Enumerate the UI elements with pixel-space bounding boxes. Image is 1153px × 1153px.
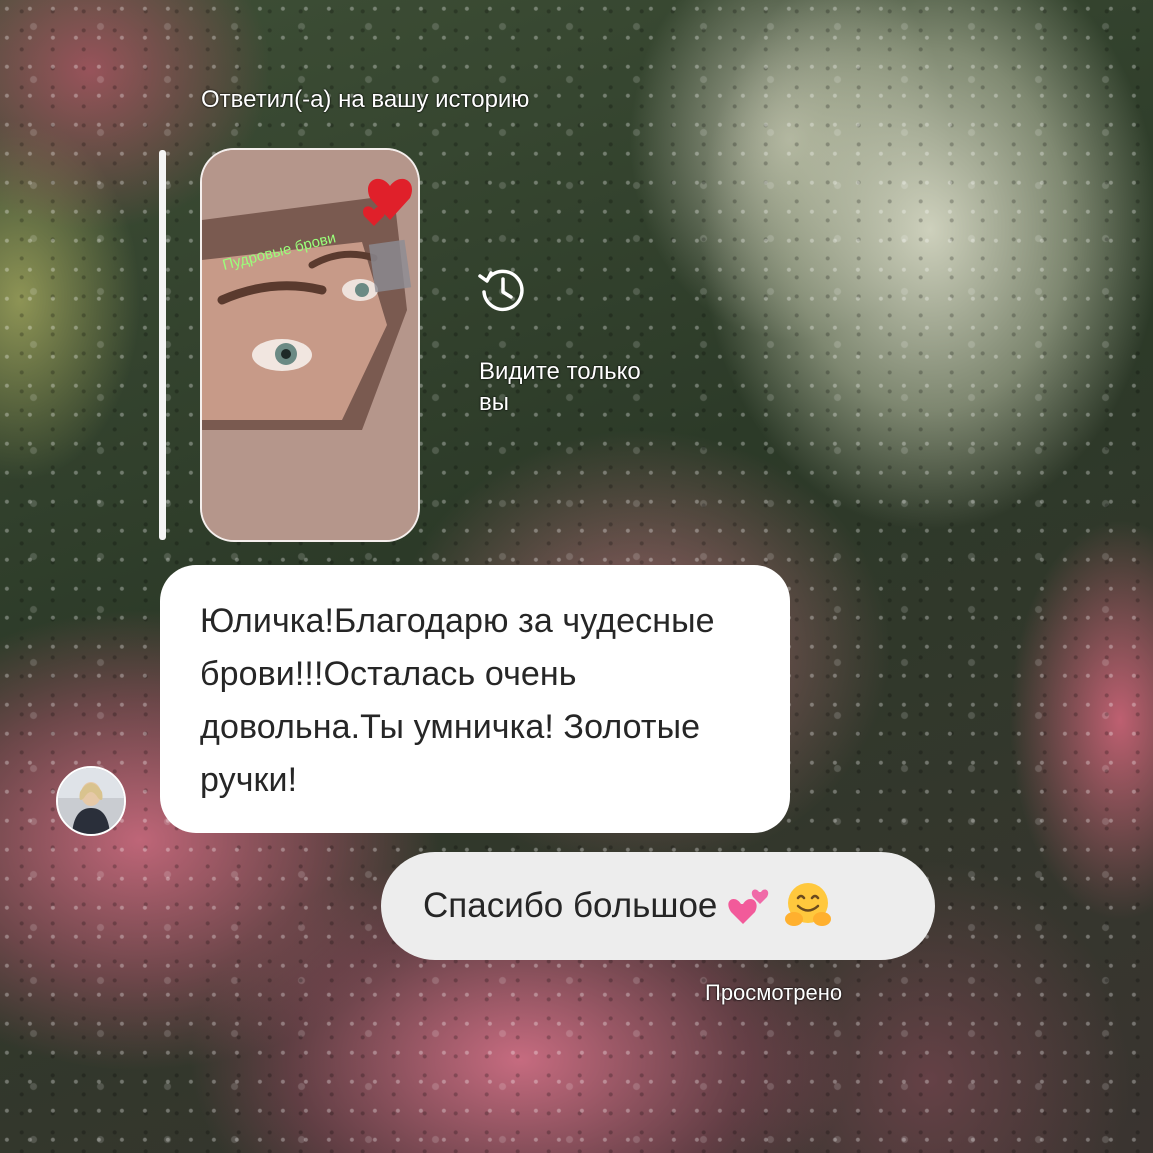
hugging-face-icon [785,883,832,926]
private-visibility-note: Видите только вы [479,358,641,416]
history-clock-icon [478,269,524,312]
sender-avatar[interactable] [56,766,126,836]
chat-thread: Ответил(-а) на вашу историю Пудровые бро… [0,0,1153,1153]
incoming-message-text: Юличка!Благодарю за чудесные брови!!!Ост… [200,602,715,799]
reply-quote-bar [159,150,166,540]
story-thumbnail[interactable]: Пудровые брови [200,148,420,542]
two-hearts-icon [728,889,769,924]
story-preview-image: Пудровые брови [202,150,418,540]
story-reply-header: Ответил(-а) на вашу историю [201,86,530,113]
avatar-image [58,768,124,834]
outgoing-message-bubble[interactable]: Спасибо большое [381,852,935,960]
outgoing-message-text: Спасибо большое [423,886,718,925]
incoming-message-bubble[interactable]: Юличка!Благодарю за чудесные брови!!!Ост… [160,565,790,833]
seen-status: Просмотрено [705,980,843,1005]
